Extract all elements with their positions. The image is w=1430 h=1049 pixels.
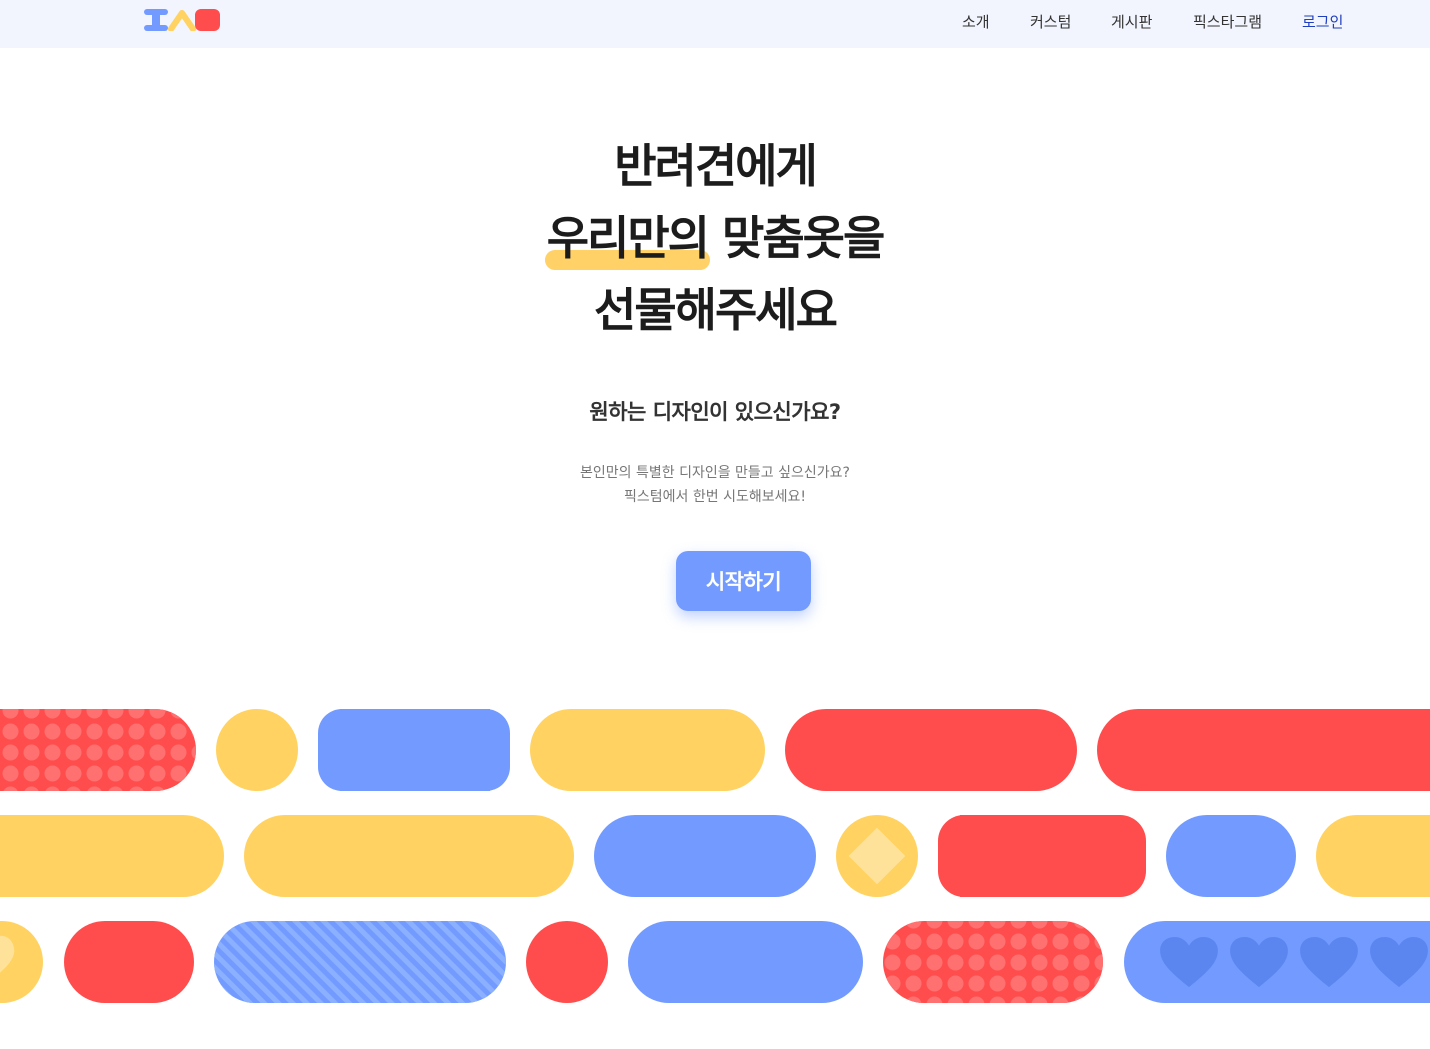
description-line-1: 본인만의 특별한 디자인을 만들고 싶으신가요?	[580, 465, 850, 481]
nav-pixtagram[interactable]: 픽스타그램	[1193, 11, 1262, 32]
hero-title: 반려견에게 우리만의 맞춤옷을 선물해주세요	[0, 130, 1430, 346]
decorative-pattern	[0, 709, 1430, 1003]
logo-icon[interactable]	[144, 9, 222, 31]
pattern-row-2	[0, 815, 1430, 897]
nav-login[interactable]: 로그인	[1302, 11, 1343, 32]
nav-custom[interactable]: 커스텀	[1030, 11, 1071, 32]
subtitle: 원하는 디자인이 있으신가요?	[589, 400, 841, 424]
hero-highlight: 우리만의	[544, 202, 711, 274]
nav-intro[interactable]: 소개	[962, 11, 990, 32]
nav-board[interactable]: 게시판	[1111, 11, 1152, 32]
description-line-2: 픽스텀에서 한번 시도해보세요!	[624, 489, 806, 505]
header-bar: 소개 커스텀 게시판 픽스타그램 로그인	[0, 0, 1430, 48]
hero-line-2-rest: 맞춤옷을	[707, 211, 885, 265]
hero-line-3: 선물해주세요	[594, 283, 838, 337]
start-button[interactable]: 시작하기	[676, 551, 811, 611]
description: 본인만의 특별한 디자인을 만들고 싶으신가요? 픽스텀에서 한번 시도해보세요…	[0, 461, 1430, 509]
hero-line-1: 반려견에게	[614, 139, 818, 193]
pattern-row-3	[0, 921, 1430, 1003]
hero-line-2: 우리만의 맞춤옷을	[0, 202, 1430, 274]
pattern-row-1	[0, 709, 1430, 791]
